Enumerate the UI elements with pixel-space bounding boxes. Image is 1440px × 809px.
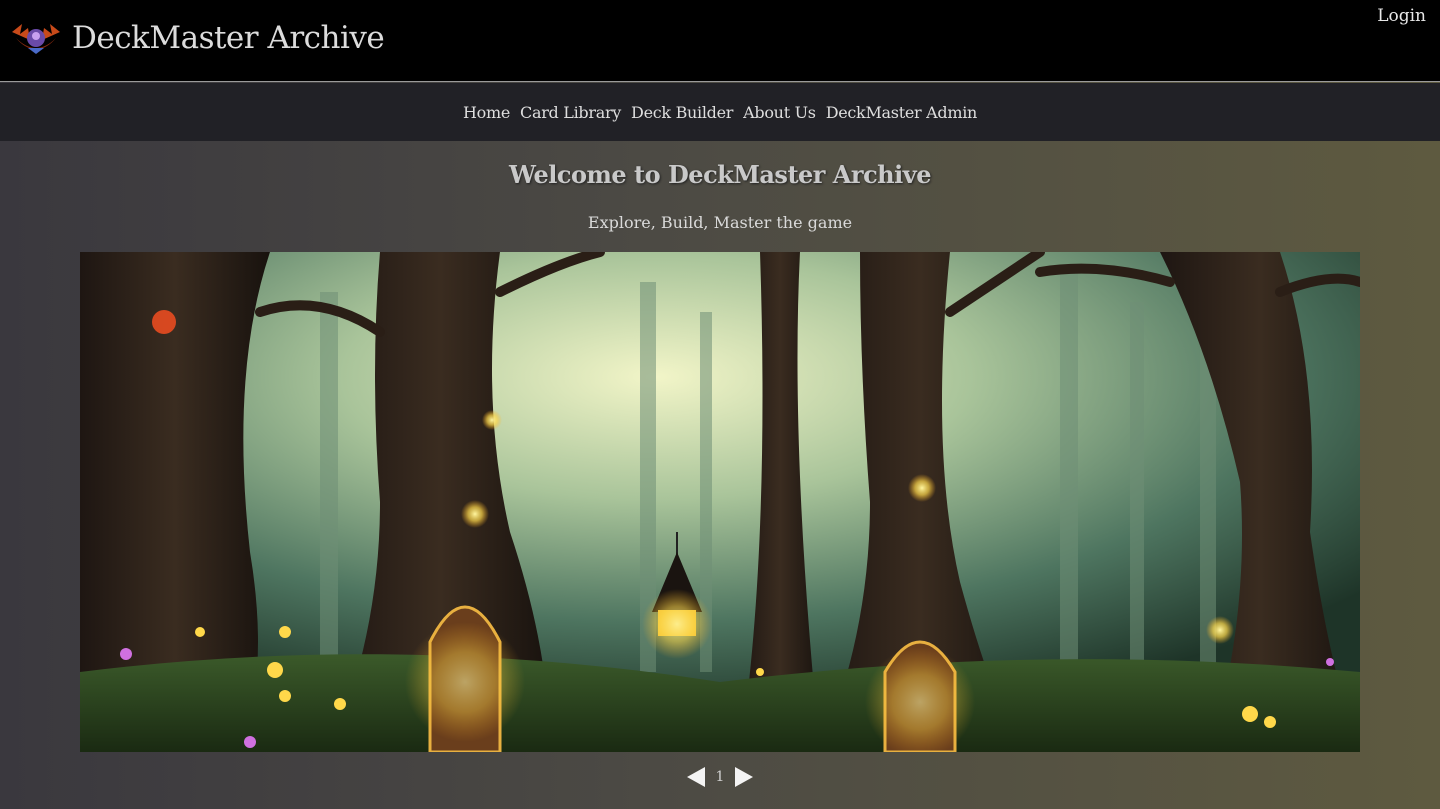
- main-nav: Home Card Library Deck Builder About Us …: [0, 83, 1440, 141]
- brand[interactable]: DeckMaster Archive: [8, 18, 385, 58]
- nav-deckmaster-admin[interactable]: DeckMaster Admin: [826, 103, 978, 122]
- nav-card-library[interactable]: Card Library: [520, 103, 621, 122]
- top-bar: DeckMaster Archive Login: [0, 0, 1440, 82]
- carousel-pager: 1: [0, 765, 1440, 789]
- triangle-right-icon[interactable]: [732, 765, 756, 789]
- site-title: DeckMaster Archive: [72, 20, 385, 56]
- nav-home[interactable]: Home: [463, 103, 510, 122]
- nav-about-us[interactable]: About Us: [743, 103, 816, 122]
- triangle-left-icon[interactable]: [684, 765, 708, 789]
- enchanted-forest-image: [80, 252, 1360, 752]
- login-link[interactable]: Login: [1377, 6, 1426, 26]
- welcome-heading: Welcome to DeckMaster Archive: [509, 160, 931, 189]
- tagline: Explore, Build, Master the game: [587, 213, 853, 232]
- nav-deck-builder[interactable]: Deck Builder: [631, 103, 733, 122]
- hero-carousel: [80, 252, 1360, 752]
- page-indicator: 1: [715, 769, 725, 785]
- dragon-crest-icon: [12, 24, 60, 54]
